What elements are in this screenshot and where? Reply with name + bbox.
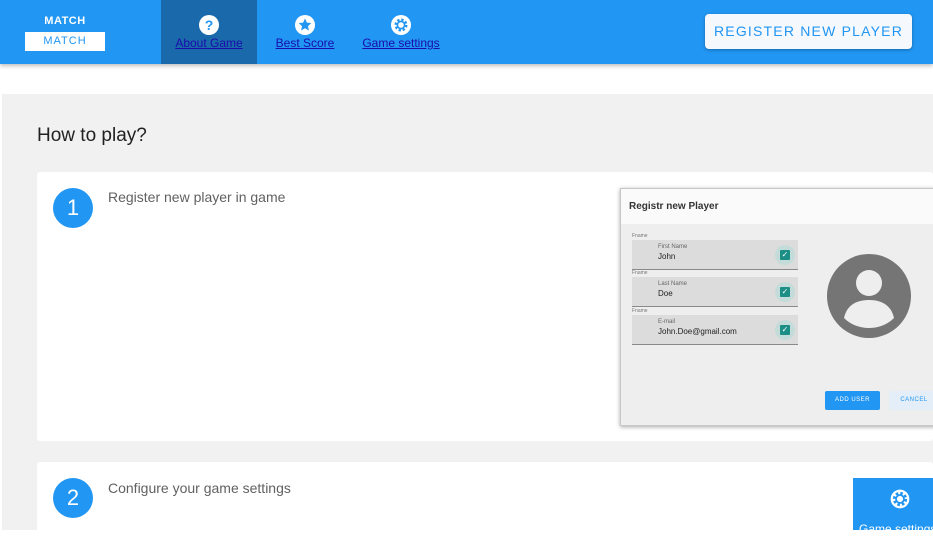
preview-field-hint: Fname [632,270,648,276]
nav-game-settings-label[interactable]: Game settings [356,36,446,50]
preview-cancel-button: CANCEL [889,391,933,410]
preview-add-user-button: ADD USER [825,391,880,410]
fab-label: Game settings [859,522,933,530]
page-title: How to play? [37,125,147,146]
check-icon: ✓ [775,245,795,265]
gear-icon [890,489,910,509]
avatar-icon [827,254,911,338]
preview-field-value: John.Doe@gmail.com [658,327,737,336]
nav-about-game-label[interactable]: About Game [161,36,257,50]
preview-email-field: E-mail John.Doe@gmail.com ✓ [632,315,798,345]
help-icon: ? [199,15,219,35]
preview-field-label: E-mail [658,319,676,325]
preview-first-name-field: First Name John ✓ [632,240,798,270]
nav-game-settings[interactable]: Game settings [356,0,446,64]
step-card-2: 2 Configure your game settings [37,462,933,542]
nav-best-score[interactable]: Best Score [268,0,342,64]
nav-about-game[interactable]: ? About Game [161,0,257,64]
step-text-2: Configure your game settings [108,480,291,496]
logo[interactable]: MATCH MATCH [25,14,105,51]
register-form-preview: Registr new Player Fname First Name John… [620,188,933,426]
preview-title: Registr new Player [629,201,719,212]
preview-field-label: Last Name [658,281,688,287]
step-number-2: 2 [53,478,93,518]
step-number-1: 1 [53,188,93,228]
preview-field-label: First Name [658,244,688,250]
logo-title: MATCH [44,15,86,27]
preview-field-value: John [658,252,676,261]
star-icon [295,15,315,35]
app-header: MATCH MATCH ? About Game Best Score Game… [0,0,933,64]
register-new-player-button[interactable]: REGISTER NEW PLAYER [705,14,912,49]
preview-last-name-field: Last Name Doe ✓ [632,277,798,307]
logo-subtitle: MATCH [25,32,105,51]
preview-body: Fname First Name John ✓ Fname Last Name … [621,224,933,425]
preview-field-hint: Fname [632,233,648,239]
preview-field-value: Doe [658,289,673,298]
check-icon: ✓ [775,320,795,340]
step-text-1: Register new player in game [108,189,286,205]
check-icon: ✓ [775,282,795,302]
gear-icon [391,15,411,35]
preview-field-hint: Fname [632,308,648,314]
nav-best-score-label[interactable]: Best Score [268,36,342,50]
step-card-1: 1 Register new player in game Registr ne… [37,172,933,441]
game-settings-fab[interactable]: Game settings [853,478,933,530]
main-content: How to play? 1 Register new player in ga… [2,94,933,542]
